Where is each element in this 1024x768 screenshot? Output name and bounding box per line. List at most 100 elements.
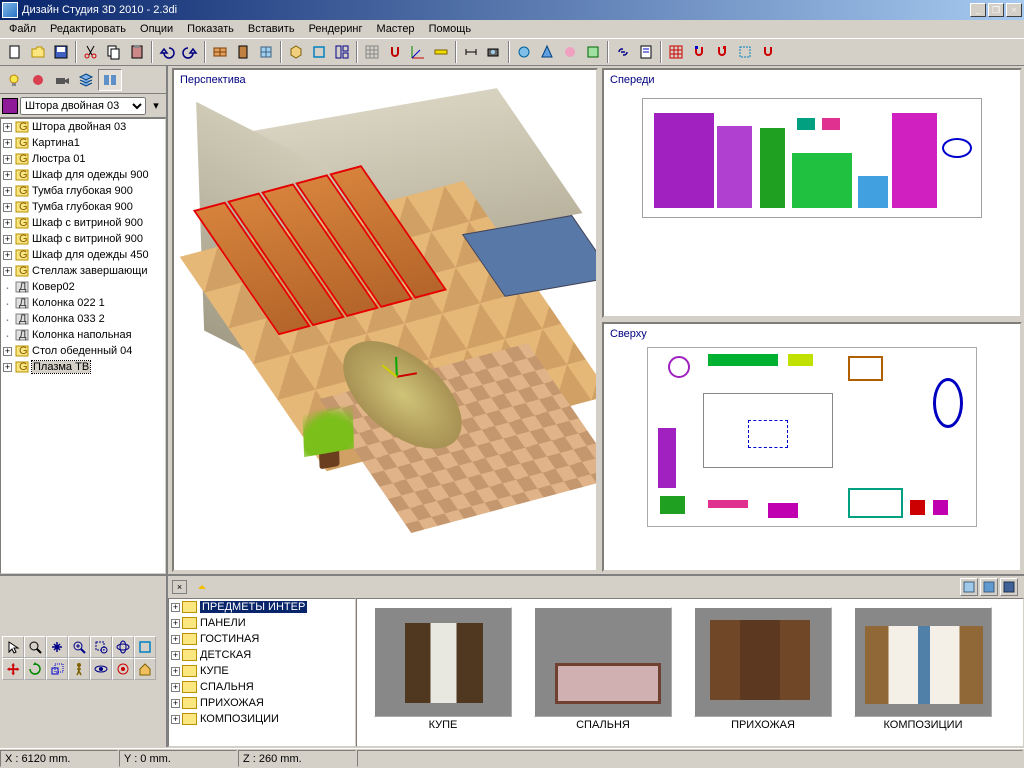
menu-master[interactable]: Мастер — [370, 21, 422, 37]
paste-icon[interactable] — [126, 41, 148, 63]
door-icon[interactable] — [232, 41, 254, 63]
materials-icon[interactable] — [26, 69, 50, 91]
orbit-icon[interactable] — [112, 636, 134, 658]
view-thumb-small-icon[interactable] — [960, 578, 978, 596]
viewport-top-canvas[interactable] — [604, 342, 1020, 570]
copy-icon[interactable] — [103, 41, 125, 63]
menu-show[interactable]: Показать — [180, 21, 241, 37]
scene-tree-item[interactable]: +GШкаф для одежды 900 — [1, 167, 165, 183]
zoom-win-icon[interactable] — [90, 636, 112, 658]
new-icon[interactable] — [4, 41, 26, 63]
dropdown-extra-icon[interactable]: ▾ — [148, 98, 164, 114]
window-icon[interactable] — [255, 41, 277, 63]
view-iso-icon[interactable] — [285, 41, 307, 63]
bulb-icon[interactable] — [2, 69, 26, 91]
transform-gizmo[interactable] — [376, 352, 417, 399]
box-tool-icon[interactable] — [582, 41, 604, 63]
scale-icon[interactable] — [46, 658, 68, 680]
props-icon[interactable] — [635, 41, 657, 63]
minimize-button[interactable]: _ — [970, 3, 986, 17]
viewport-perspective[interactable]: Перспектива — [172, 68, 598, 572]
target-icon[interactable] — [112, 658, 134, 680]
scene-tree-item[interactable]: +GШкаф с витриной 900 — [1, 231, 165, 247]
gallery-item[interactable]: СПАЛЬНЯ — [533, 607, 673, 738]
wall-icon[interactable] — [209, 41, 231, 63]
color-swatch[interactable] — [2, 98, 18, 114]
objects-icon[interactable] — [98, 69, 122, 91]
camera-icon[interactable] — [483, 41, 505, 63]
save-icon[interactable] — [50, 41, 72, 63]
scene-tree-item[interactable]: ·ДКолонка напольная — [1, 327, 165, 343]
view-thumb-med-icon[interactable] — [980, 578, 998, 596]
menu-insert[interactable]: Вставить — [241, 21, 302, 37]
scene-tree-item[interactable]: +GШтора двойная 03 — [1, 119, 165, 135]
dimension-icon[interactable] — [460, 41, 482, 63]
catalog-tree-item[interactable]: +КОМПОЗИЦИИ — [169, 711, 355, 727]
restore-button[interactable]: ❐ — [988, 3, 1004, 17]
scene-tree-item[interactable]: +GПлазма ТВ — [1, 359, 165, 375]
grid-icon[interactable] — [361, 41, 383, 63]
scene-tree[interactable]: +GШтора двойная 03+GКартина1+GЛюстра 01+… — [0, 118, 166, 574]
link-icon[interactable] — [612, 41, 634, 63]
snap-icon[interactable] — [384, 41, 406, 63]
catalog-tree-item[interactable]: +ГОСТИНАЯ — [169, 631, 355, 647]
catalog-gallery[interactable]: КУПЕ СПАЛЬНЯ ПРИХОЖАЯ КОМПОЗИЦИИ — [356, 598, 1024, 747]
cone-icon[interactable] — [536, 41, 558, 63]
zoom-icon[interactable] — [68, 636, 90, 658]
gallery-item[interactable]: КУПЕ — [373, 607, 513, 738]
redo-icon[interactable] — [179, 41, 201, 63]
view-top-icon[interactable] — [308, 41, 330, 63]
home-view-icon[interactable] — [134, 658, 156, 680]
scene-tree-item[interactable]: +GКартина1 — [1, 135, 165, 151]
scene-tree-item[interactable]: +GТумба глубокая 900 — [1, 199, 165, 215]
catalog-up-icon[interactable] — [191, 576, 213, 598]
magnet-icon[interactable] — [757, 41, 779, 63]
magnet-n-icon[interactable] — [688, 41, 710, 63]
close-window-button[interactable]: × — [1006, 3, 1022, 17]
scene-tree-item[interactable]: +GШкаф с витриной 900 — [1, 215, 165, 231]
catalog-tree-item[interactable]: +ПРЕДМЕТЫ ИНТЕР — [169, 599, 355, 615]
scene-tree-item[interactable]: +GТумба глубокая 900 — [1, 183, 165, 199]
pointer-icon[interactable] — [2, 636, 24, 658]
look-icon[interactable] — [90, 658, 112, 680]
lib-grid-icon[interactable] — [665, 41, 687, 63]
measure-icon[interactable] — [430, 41, 452, 63]
scene-tree-item[interactable]: +GСтол обеденный 04 — [1, 343, 165, 359]
fullscreen-icon[interactable] — [134, 636, 156, 658]
move-icon[interactable] — [2, 658, 24, 680]
walk-icon[interactable] — [68, 658, 90, 680]
camera-tab-icon[interactable] — [50, 69, 74, 91]
viewport-perspective-canvas[interactable] — [174, 88, 596, 570]
pan-icon[interactable] — [46, 636, 68, 658]
gallery-item[interactable]: КОМПОЗИЦИИ — [853, 607, 993, 738]
gallery-item[interactable]: ПРИХОЖАЯ — [693, 607, 833, 738]
magnet-s-icon[interactable] — [711, 41, 733, 63]
menu-rendering[interactable]: Рендеринг — [302, 21, 370, 37]
catalog-tree-item[interactable]: +ДЕТСКАЯ — [169, 647, 355, 663]
undo-icon[interactable] — [156, 41, 178, 63]
scene-tree-item[interactable]: ·ДКовер02 — [1, 279, 165, 295]
render-icon[interactable] — [513, 41, 535, 63]
viewport-top[interactable]: Сверху — [602, 322, 1022, 572]
scene-tree-item[interactable]: +GШкаф для одежды 450 — [1, 247, 165, 263]
catalog-tree[interactable]: +ПРЕДМЕТЫ ИНТЕР+ПАНЕЛИ+ГОСТИНАЯ+ДЕТСКАЯ+… — [168, 598, 356, 747]
menu-edit[interactable]: Редактировать — [43, 21, 133, 37]
menu-options[interactable]: Опции — [133, 21, 180, 37]
zoom-ext-icon[interactable] — [24, 636, 46, 658]
select-area-icon[interactable] — [734, 41, 756, 63]
viewport-front-canvas[interactable] — [604, 88, 1020, 316]
catalog-close-icon[interactable]: × — [172, 580, 187, 594]
open-icon[interactable] — [27, 41, 49, 63]
menu-file[interactable]: Файл — [2, 21, 43, 37]
scene-tree-item[interactable]: +GСтеллаж завершающи — [1, 263, 165, 279]
view-layout-icon[interactable] — [331, 41, 353, 63]
scene-tree-item[interactable]: +GЛюстра 01 — [1, 151, 165, 167]
catalog-tree-item[interactable]: +КУПЕ — [169, 663, 355, 679]
catalog-tree-item[interactable]: +ПАНЕЛИ — [169, 615, 355, 631]
rotate-icon[interactable] — [24, 658, 46, 680]
layers-icon[interactable] — [74, 69, 98, 91]
sphere-tool-icon[interactable] — [559, 41, 581, 63]
cut-icon[interactable] — [80, 41, 102, 63]
menu-help[interactable]: Помощь — [422, 21, 479, 37]
object-dropdown[interactable]: Штора двойная 03 — [20, 97, 146, 115]
